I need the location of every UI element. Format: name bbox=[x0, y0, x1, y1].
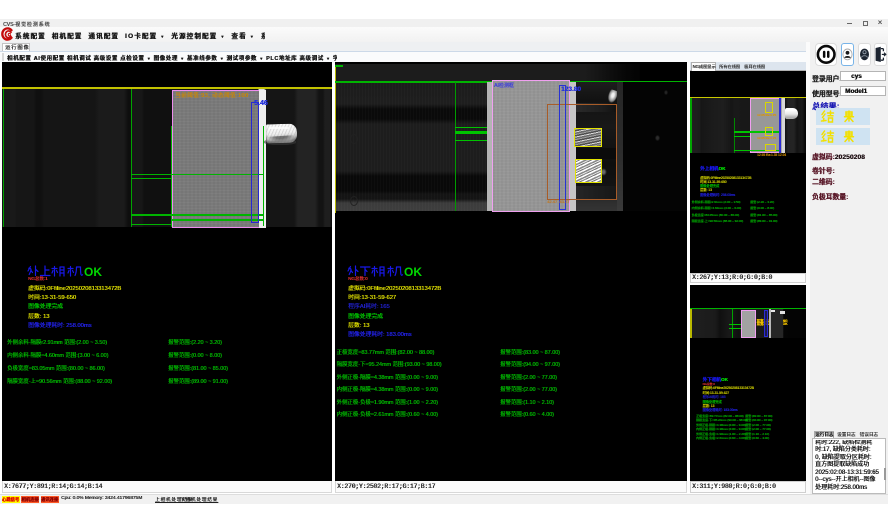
svg-text:OK: OK bbox=[404, 265, 422, 279]
svg-text:OK: OK bbox=[84, 265, 102, 279]
